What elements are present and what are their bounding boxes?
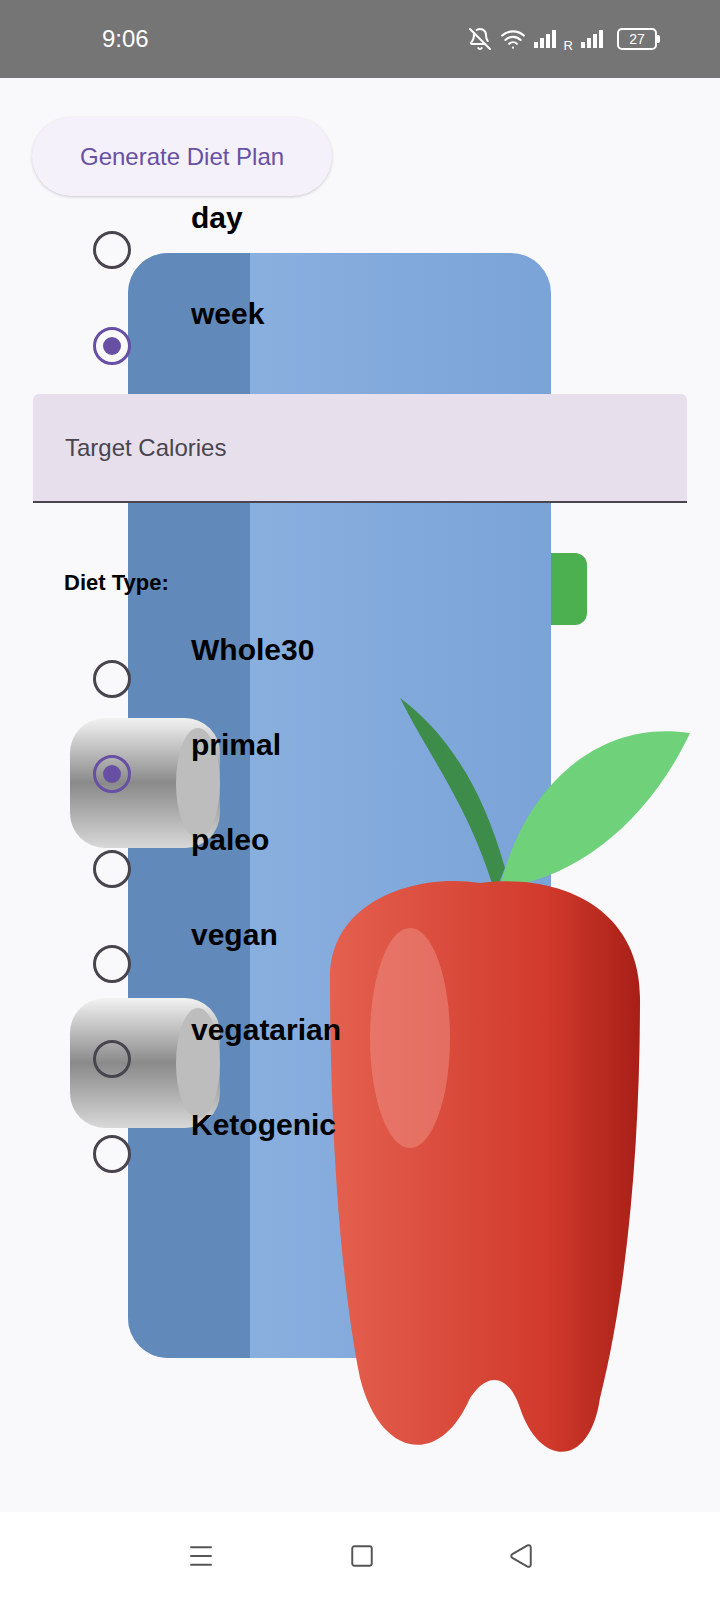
- diet-option[interactable]: primal: [0, 727, 720, 822]
- radio-label[interactable]: week: [191, 296, 264, 332]
- back-triangle-icon[interactable]: [508, 1543, 534, 1569]
- status-time: 9:06: [102, 21, 149, 57]
- signal-icon: [534, 30, 556, 48]
- bell-off-icon: [468, 27, 492, 51]
- radio-label[interactable]: vegan: [191, 917, 278, 953]
- diet-type-label: Diet Type:: [0, 569, 720, 597]
- target-calories-placeholder[interactable]: Target Calories: [65, 430, 226, 466]
- roaming-label: R: [564, 39, 573, 52]
- radio-circle[interactable]: [93, 1135, 131, 1173]
- battery-level: 27: [629, 32, 645, 46]
- diet-option[interactable]: vegatarian: [0, 1012, 720, 1107]
- diet-option[interactable]: Whole30: [0, 632, 720, 727]
- battery-icon: 27: [617, 28, 660, 50]
- radio-label[interactable]: vegatarian: [191, 1012, 341, 1048]
- status-icons: R 27: [468, 26, 660, 52]
- wifi-icon: [500, 26, 526, 52]
- content: Generate Diet Plan day week Target Calories…: [0, 78, 720, 1512]
- signal-icon: [581, 30, 603, 48]
- radio-circle[interactable]: [93, 231, 131, 269]
- diet-type-radio-group: Whole30 primal paleo vegan vegatarian Ketogen…: [0, 632, 720, 1202]
- radio-label[interactable]: paleo: [191, 822, 269, 858]
- period-radio-group: day week: [0, 200, 720, 392]
- radio-label[interactable]: day: [191, 200, 243, 236]
- radio-circle[interactable]: [93, 327, 131, 365]
- diet-option[interactable]: vegan: [0, 917, 720, 1012]
- navigation-bar: [0, 1512, 720, 1600]
- radio-circle[interactable]: [93, 755, 131, 793]
- radio-label[interactable]: primal: [191, 727, 281, 763]
- notebook-apple-illustration: [0, 78, 720, 1600]
- app-screen: 9:06 R 27 Generate Diet Plan day week Target C…: [0, 0, 720, 1600]
- radio-circle[interactable]: [93, 660, 131, 698]
- radio-label[interactable]: Whole30: [191, 632, 314, 668]
- radio-circle[interactable]: [93, 945, 131, 983]
- radio-circle[interactable]: [93, 850, 131, 888]
- menu-icon[interactable]: [186, 1541, 216, 1571]
- home-square-icon[interactable]: [349, 1543, 375, 1569]
- period-option[interactable]: day: [0, 200, 720, 296]
- period-option[interactable]: week: [0, 296, 720, 392]
- radio-label[interactable]: Ketogenic: [191, 1107, 336, 1143]
- generate-diet-plan-button[interactable]: Generate Diet Plan: [32, 117, 332, 196]
- status-bar: 9:06 R 27: [0, 0, 720, 78]
- diet-option[interactable]: paleo: [0, 822, 720, 917]
- radio-circle[interactable]: [93, 1040, 131, 1078]
- target-calories-field[interactable]: Target Calories: [33, 394, 687, 503]
- diet-option[interactable]: Ketogenic: [0, 1107, 720, 1202]
